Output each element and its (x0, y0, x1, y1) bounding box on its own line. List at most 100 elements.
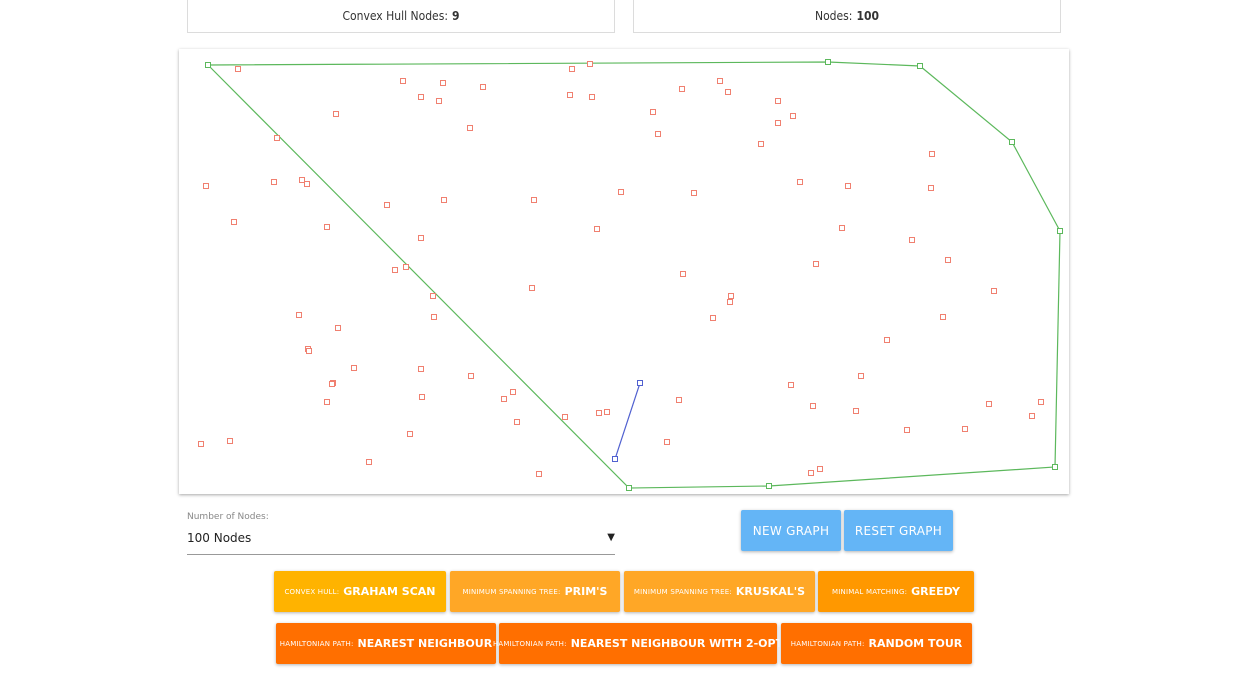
graph-node (788, 382, 794, 388)
algorithm-category: Minimum Spanning Tree: (462, 587, 561, 596)
random-tour-button[interactable]: Hamiltonian Path: Random Tour (781, 623, 972, 664)
node-count-select-label: Number of Nodes: (187, 512, 269, 522)
graph-node (650, 109, 656, 115)
graph-node (562, 414, 568, 420)
graph-node (808, 470, 814, 476)
graph-node (945, 257, 951, 263)
graph-node (817, 466, 823, 472)
graph-node (813, 261, 819, 267)
graph-node (884, 337, 890, 343)
nodes-count: 100 (856, 9, 879, 23)
graph-node (335, 325, 341, 331)
graph-node (351, 365, 357, 371)
graph-node (467, 125, 473, 131)
algorithm-category: Minimum Spanning Tree: (633, 587, 732, 596)
algorithm-category: Hamiltonian Path: (492, 639, 567, 648)
graph-node (775, 120, 781, 126)
graph-node (727, 299, 733, 305)
graph-node (728, 293, 734, 299)
graph-node (717, 78, 723, 84)
nodes-label: Nodes: (815, 9, 853, 23)
graph-node (710, 315, 716, 321)
graph-node (231, 219, 237, 225)
graph-node (235, 66, 241, 72)
algorithm-category: Convex Hull: (284, 587, 340, 596)
algorithm-category: Minimal Matching: (832, 587, 908, 596)
graph-node (514, 419, 520, 425)
kruskals-button[interactable]: Minimum Spanning Tree: Kruskal's (624, 571, 815, 612)
hull-node (205, 62, 211, 68)
graham-scan-button[interactable]: Convex Hull: Graham Scan (274, 571, 446, 612)
graph-node (810, 403, 816, 409)
graph-node (431, 314, 437, 320)
graph-node (296, 312, 302, 318)
graph-node (400, 78, 406, 84)
prims-button[interactable]: Minimum Spanning Tree: Prim's (450, 571, 620, 612)
nearest-neighbour-2opt-button[interactable]: Hamiltonian Path: Nearest Neighbour with… (493, 623, 783, 664)
reset-graph-button[interactable]: RESET GRAPH (844, 510, 953, 551)
graph-node (366, 459, 372, 465)
graph-node (440, 80, 446, 86)
graph-node (596, 410, 602, 416)
graph-node (198, 441, 204, 447)
graph-node (691, 190, 697, 196)
graph-node (986, 401, 992, 407)
graph-node (758, 141, 764, 147)
graph-node (962, 426, 968, 432)
new-graph-button[interactable]: NEW GRAPH (741, 510, 841, 551)
algorithm-category: Hamiltonian Path: (279, 639, 354, 648)
graph-node (430, 293, 436, 299)
graph-node (536, 471, 542, 477)
graph-canvas[interactable] (179, 49, 1069, 494)
graph-node (797, 179, 803, 185)
graph-node (940, 314, 946, 320)
graph-node (991, 288, 997, 294)
graph-node (1029, 413, 1035, 419)
graph-node (418, 235, 424, 241)
graph-node (531, 197, 537, 203)
hull-node (917, 63, 923, 69)
graph-node (790, 113, 796, 119)
graph-node (418, 94, 424, 100)
graph-node (904, 427, 910, 433)
graph-node (227, 438, 233, 444)
convex-hull-count: 9 (451, 9, 460, 23)
hull-node (766, 483, 772, 489)
graph-node (589, 94, 595, 100)
graph-node (274, 135, 280, 141)
hull-node (1052, 464, 1058, 470)
graph-node (501, 396, 507, 402)
graph-svg (198, 59, 1063, 491)
graph-node (333, 111, 339, 117)
hull-node (1009, 139, 1015, 145)
graph-node (655, 131, 661, 137)
graph-node (587, 61, 593, 67)
graph-node (436, 98, 442, 104)
path-node (612, 456, 618, 462)
graph-node (594, 226, 600, 232)
graph-node (569, 66, 575, 72)
algorithm-category: Hamiltonian Path: (790, 639, 865, 648)
nearest-neighbour-button[interactable]: Hamiltonian Path: Nearest Neighbour (276, 623, 496, 664)
graph-node (775, 98, 781, 104)
node-count-select[interactable]: 100 Nodes ▼ (187, 528, 615, 555)
algorithm-name: Greedy (911, 585, 960, 598)
graph-node (928, 185, 934, 191)
graph-node (604, 409, 610, 415)
graph-node (419, 394, 425, 400)
graph-node (676, 397, 682, 403)
hull-node (626, 485, 632, 491)
convex-hull-edge (207, 61, 1061, 489)
algorithm-name: Nearest Neighbour (357, 637, 493, 650)
graph-node (418, 366, 424, 372)
graph-node (384, 202, 390, 208)
graph-node (618, 189, 624, 195)
graph-node (480, 84, 486, 90)
graph-node (853, 408, 859, 414)
path-edge (614, 382, 641, 460)
graph-node (324, 399, 330, 405)
hull-node (825, 59, 831, 65)
algorithm-name: Prim's (564, 585, 608, 598)
graph-node (909, 237, 915, 243)
greedy-matching-button[interactable]: Minimal Matching: Greedy (818, 571, 974, 612)
